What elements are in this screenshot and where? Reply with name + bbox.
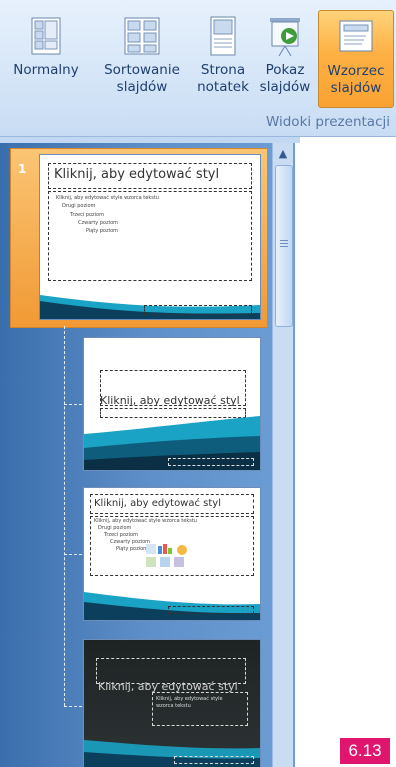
slide-wave-decoration [84,740,260,767]
slide-show-button[interactable]: Pokaz slajdów [254,10,316,108]
layout-connector [64,326,65,706]
slide-show-label-2: slajdów [259,79,311,95]
normal-view-button[interactable]: Normalny [2,10,90,108]
layout-connector-branch [64,554,82,555]
slide-sorter-label-1: Sortowanie [104,62,180,78]
layout-thumbnail-dark[interactable]: Kliknij, aby edytować styl Kliknij, aby … [84,640,260,767]
slide-sorter-button[interactable]: Sortowanie slajdów [92,10,192,108]
slide-master-label-1: Wzorzec [327,63,385,79]
slide-show-icon [265,14,305,58]
notes-page-label-1: Strona [200,62,246,78]
slide-wave-decoration [84,592,260,620]
slide-wave-decoration [84,416,260,470]
slide-number: 1 [18,162,27,176]
group-label: Widoki prezentacji [265,114,390,130]
footer-placeholder [174,756,254,764]
vertical-scrollbar[interactable]: ▲ [272,143,293,767]
layout-thumbnail-title[interactable]: Kliknij, aby edytować styl [84,338,260,470]
ribbon: Normalny Sortowanie slajdów Strona notat… [0,0,396,137]
notes-page-label-2: notatek [197,79,249,95]
scroll-up-icon[interactable]: ▲ [273,143,293,163]
slide-master-icon [336,15,376,59]
slide-master-label-2: slajdów [330,80,382,96]
normal-view-label: Normalny [13,62,79,78]
layout-thumbnail-content[interactable]: Kliknij, aby edytować styl Kliknij, aby … [84,488,260,620]
footer-placeholder [168,458,254,466]
slide-sorter-label-2: slajdów [116,79,168,95]
layout-connector-branch [64,706,82,707]
slide-master-button[interactable]: Wzorzec slajdów [318,10,394,108]
normal-view-icon [26,14,66,58]
layout-connector-branch [64,404,82,405]
footer-placeholder [144,305,252,315]
notes-page-button[interactable]: Strona notatek [190,10,256,108]
scrollbar-thumb[interactable] [275,165,293,327]
footer-placeholder [168,606,254,614]
slide-sorter-icon [122,14,162,58]
notes-page-icon [203,14,243,58]
slide-master-thumbnail[interactable]: Kliknij, aby edytować styl Kliknij, aby … [40,155,260,319]
figure-label: 6.13 [340,738,390,764]
slide-show-label-1: Pokaz [265,62,305,78]
slide-wave-decoration [40,295,260,319]
